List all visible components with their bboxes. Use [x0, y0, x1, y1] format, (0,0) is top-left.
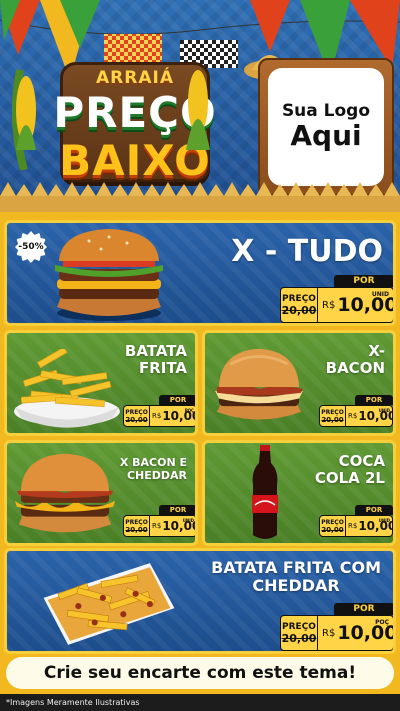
product-name: COCA COLA 2L	[314, 452, 385, 488]
discount-badge: -50%	[15, 231, 47, 263]
product-card-x-bacon-cheddar[interactable]: X BACON E CHEDDAR POR PREÇO 20,00 R$ 10,…	[4, 440, 198, 546]
product-card-batata-frita[interactable]: BATATA FRITA POR PREÇO 20,00 R$ 10,00 PO…	[4, 330, 198, 436]
soda-bottle-image	[252, 445, 278, 539]
price-tag: POR PREÇO 20,00 R$ 10,00 UNID	[319, 505, 393, 537]
product-name-line1: BATATA	[124, 342, 187, 360]
old-price: 20,00	[281, 303, 317, 317]
product-card-batata-cheddar[interactable]: BATATA FRITA COM CHEDDAR POR PREÇO 20,00…	[4, 548, 396, 654]
product-name: X- BACON	[325, 342, 385, 378]
new-price-box: R$ 10,00 POÇ	[150, 405, 195, 427]
product-card-x-bacon[interactable]: X- BACON POR PREÇO 20,00 R$ 10,00 UNID	[202, 330, 396, 436]
corn-icon	[11, 69, 36, 170]
product-name-line2: FRITA	[138, 359, 187, 378]
new-price: 10,00	[358, 409, 396, 423]
por-label: POR	[159, 395, 195, 405]
new-price-box: R$ 10,00 UNID	[318, 287, 393, 323]
bottom-strip: *Imagens Meramente Ilustrativas	[0, 692, 400, 711]
logo-placeholder-frame: Sua Logo Aqui	[258, 58, 394, 196]
unit-label: UNID	[378, 408, 390, 413]
price-tag: POR PREÇO 20,00 R$ 10,00 POÇ	[280, 603, 393, 651]
product-name: X - TUDO	[231, 234, 383, 269]
product-name-line1: X-	[368, 342, 385, 360]
currency: R$	[152, 412, 162, 420]
product-name-line2: BACON	[325, 359, 385, 378]
logo-text-line2: Aqui	[290, 118, 362, 152]
cta-banner[interactable]: Crie seu encarte com este tema!	[6, 657, 394, 689]
por-label: POR	[159, 505, 195, 515]
currency: R$	[152, 522, 162, 530]
por-label: POR	[355, 395, 393, 405]
disclaimer-text: *Imagens Meramente Ilustrativas	[6, 698, 140, 707]
old-price-box: PREÇO 20,00	[319, 515, 346, 537]
price-tag: POR PREÇO 20,00 R$ 10,00 UNID	[319, 395, 393, 427]
currency: R$	[322, 627, 336, 639]
price-label: PREÇO	[125, 408, 148, 416]
old-price-box: PREÇO 20,00	[280, 287, 318, 323]
price-tag: POR PREÇO 20,00 R$ 10,00 POÇ	[123, 395, 195, 427]
product-name-line2: COLA 2L	[314, 469, 385, 488]
product-name: BATATA FRITA COM CHEDDAR	[211, 558, 381, 596]
currency: R$	[348, 412, 358, 420]
por-label: POR	[334, 603, 393, 615]
price-label: PREÇO	[282, 621, 316, 632]
price-tag: POR PREÇO 20,00 R$ 10,00 UNID	[123, 505, 195, 537]
price-tag: POR PREÇO 20,00 R$ 10,00 UNID	[280, 275, 393, 323]
straw-fringe-decoration	[0, 182, 400, 212]
currency: R$	[348, 522, 358, 530]
old-price-box: PREÇO 20,00	[123, 515, 150, 537]
old-price: 20,00	[125, 525, 148, 534]
product-name-line1: COCA	[338, 452, 385, 470]
price-label: PREÇO	[125, 518, 148, 526]
unit-label: POÇ	[375, 619, 389, 626]
currency: R$	[322, 299, 336, 311]
product-name-line2: CHEDDAR	[252, 576, 340, 596]
corn-icon	[186, 70, 210, 150]
old-price-box: PREÇO 20,00	[319, 405, 346, 427]
price-label: PREÇO	[282, 293, 316, 304]
product-name: X BACON E CHEDDAR	[119, 456, 187, 482]
old-price: 20,00	[321, 525, 344, 534]
por-label: POR	[355, 505, 393, 515]
burger-image	[215, 348, 303, 420]
logo-placeholder[interactable]: Sua Logo Aqui	[268, 68, 384, 186]
price-label: PREÇO	[321, 408, 344, 416]
product-name-line1: X BACON E	[119, 456, 187, 469]
burger-image	[14, 453, 116, 533]
unit-label: UNID	[378, 518, 390, 523]
cheddar-fries-image	[43, 563, 175, 645]
old-price-box: PREÇO 20,00	[280, 615, 318, 651]
product-card-coca-cola[interactable]: COCA COLA 2L POR PREÇO 20,00 R$ 10,00 UN…	[202, 440, 396, 546]
product-name-line2: CHEDDAR	[126, 468, 187, 482]
fries-image	[14, 349, 120, 428]
old-price: 20,00	[321, 415, 344, 424]
product-name-line1: BATATA FRITA COM	[211, 558, 381, 577]
new-price-box: R$ 10,00 POÇ	[318, 615, 393, 651]
unit-label: POÇ	[184, 408, 194, 413]
unit-label: UNID	[371, 291, 389, 298]
header-banner: ARRAIÁ PREÇO BAIXO Sua Logo Aqui	[0, 0, 400, 212]
por-label: POR	[334, 275, 393, 287]
new-price-box: R$ 10,00 UNID	[150, 515, 195, 537]
product-name: BATATA FRITA	[124, 342, 187, 378]
new-price-box: R$ 10,00 UNID	[346, 405, 393, 427]
old-price: 20,00	[125, 415, 148, 424]
unit-label: UNID	[182, 518, 194, 523]
product-card-x-tudo[interactable]: -50% X - TUDO POR PREÇO 20,00 R$ 10,00 U…	[4, 220, 396, 326]
new-price-box: R$ 10,00 UNID	[346, 515, 393, 537]
price-label: PREÇO	[321, 518, 344, 526]
old-price-box: PREÇO 20,00	[123, 405, 150, 427]
burger-image	[55, 229, 163, 321]
new-price: 10,00	[358, 519, 396, 533]
old-price: 20,00	[281, 631, 317, 645]
